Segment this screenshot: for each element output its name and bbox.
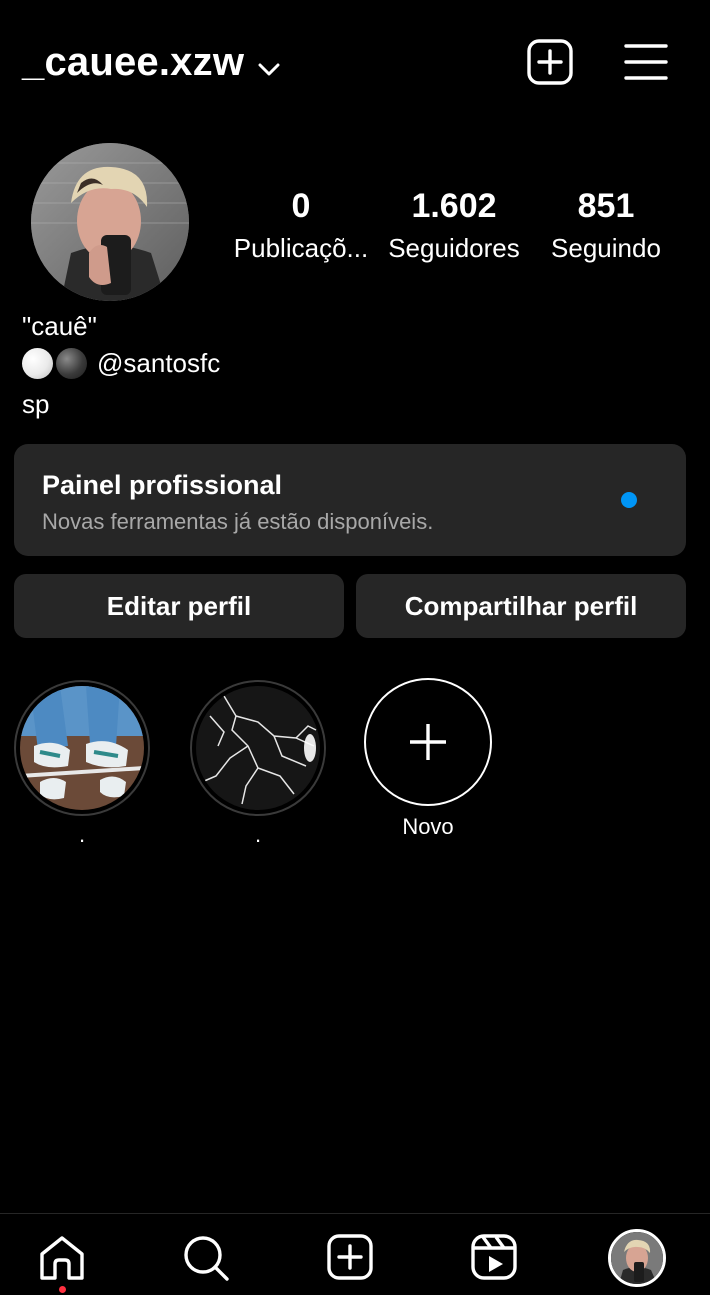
home-icon [40, 1236, 84, 1280]
create-button[interactable] [527, 39, 573, 90]
following-label: Seguindo [551, 233, 661, 263]
posts-value: 0 [291, 187, 311, 225]
edit-profile-button[interactable]: Editar perfil [14, 574, 344, 638]
black-circle-emoji [56, 347, 87, 379]
search-icon [184, 1236, 229, 1281]
bio-mention-link[interactable]: @santosfc [97, 347, 220, 379]
profile-name: "cauê" [22, 311, 97, 341]
white-circle-emoji [22, 347, 53, 379]
new-highlight[interactable]: Novo [364, 678, 492, 840]
highlight-ring[interactable] [190, 680, 326, 816]
highlight-label: . [254, 822, 262, 847]
highlight-2[interactable]: . [190, 680, 326, 848]
reels-icon [471, 1234, 517, 1280]
posts-count[interactable]: 0 Publicaçõ... [231, 186, 371, 268]
account-switcher[interactable]: _cauee.xzw [22, 38, 280, 87]
new-highlight-label: Novo [402, 814, 454, 839]
nav-profile-avatar[interactable] [608, 1229, 666, 1287]
new-indicator-dot [621, 492, 637, 508]
create-icon [327, 1234, 373, 1280]
panel-title: Painel profissional [42, 470, 283, 500]
profile-photo [31, 143, 189, 301]
followers-count[interactable]: 1.602 Seguidores [383, 186, 525, 268]
new-highlight-button[interactable] [364, 678, 492, 806]
highlight-1[interactable]: . [14, 680, 150, 848]
hamburger-menu-icon [624, 44, 668, 80]
bottom-navigation [0, 1213, 710, 1295]
followers-label: Seguidores [388, 233, 520, 263]
username: _cauee.xzw [22, 40, 245, 84]
profile-avatar[interactable] [31, 143, 189, 301]
posts-label: Publicaçõ... [233, 233, 369, 263]
highlight-ring[interactable] [14, 680, 150, 816]
nav-search[interactable] [182, 1234, 230, 1287]
following-count[interactable]: 851 Seguindo [545, 186, 667, 268]
notification-dot [59, 1286, 66, 1293]
nav-create[interactable] [327, 1234, 373, 1285]
nav-home[interactable] [38, 1234, 86, 1287]
nav-reels[interactable] [471, 1234, 517, 1285]
plus-square-icon [527, 39, 573, 85]
professional-dashboard[interactable]: Painel profissional Novas ferramentas já… [14, 444, 686, 556]
followers-value: 1.602 [411, 187, 497, 225]
highlight-lightning-image [196, 686, 320, 810]
bio-line: @santosfc [22, 347, 220, 379]
bio-location: sp [22, 389, 50, 419]
highlight-label: . [78, 822, 86, 847]
highlight-sneakers-image [20, 686, 144, 810]
following-value: 851 [577, 187, 635, 225]
menu-button[interactable] [624, 43, 668, 86]
share-profile-button[interactable]: Compartilhar perfil [356, 574, 686, 638]
chevron-down-icon [258, 42, 280, 87]
plus-icon [410, 724, 446, 760]
panel-subtitle: Novas ferramentas já estão disponíveis. [42, 509, 434, 534]
